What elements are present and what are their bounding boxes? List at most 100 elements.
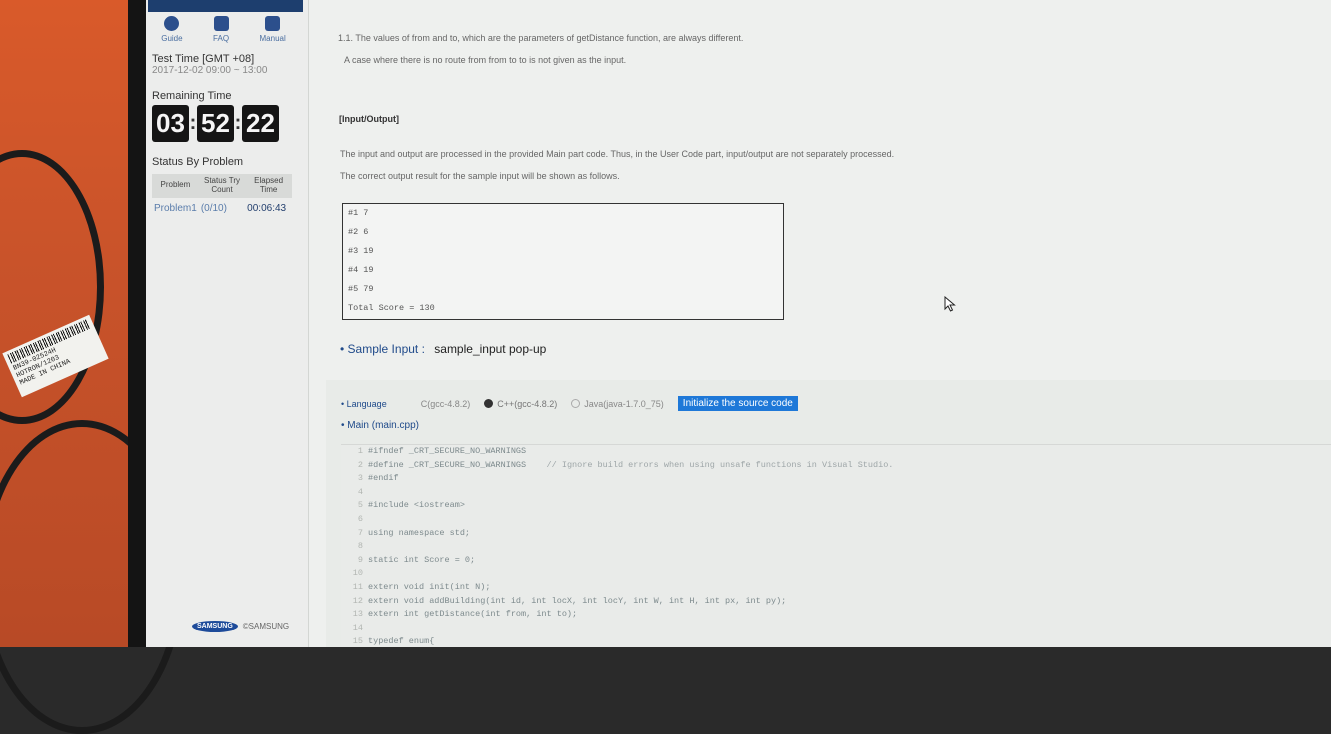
nav-faq[interactable]: FAQ xyxy=(213,16,229,43)
code-line: 6 xyxy=(341,513,1331,527)
code-line: 15 typedef enum{ xyxy=(341,635,1331,647)
faq-icon xyxy=(213,16,229,31)
help-icon xyxy=(164,16,180,31)
code-line: 4 xyxy=(341,486,1331,500)
note-from-to: 1.1. The values of from and to, which ar… xyxy=(338,33,744,43)
countdown-clock: 03 : 52 : 22 xyxy=(152,105,302,142)
problem-elapsed: 00:06:43 xyxy=(247,202,287,214)
sample-input-row: • Sample Input : sample_input pop-up xyxy=(340,342,546,356)
io-text-2: The correct output result for the sample… xyxy=(340,171,620,181)
code-text: static int Score = 0; xyxy=(368,554,476,565)
line-number: 7 xyxy=(357,527,363,538)
clock-seconds: 22 xyxy=(242,105,279,142)
language-java-option[interactable]: Java(java-1.7.0_75) xyxy=(571,399,664,409)
code-line: 10 xyxy=(341,567,1331,581)
test-time-label: Test Time [GMT +08] xyxy=(152,53,255,65)
output-line: #4 19 xyxy=(348,265,374,275)
line-number: 12 xyxy=(352,595,363,606)
code-text: using namespace std; xyxy=(368,527,471,538)
status-table: Problem Status Try Count Elapsed Time Pr… xyxy=(152,174,292,219)
output-line: #5 79 xyxy=(348,284,374,294)
nav-guide[interactable]: Guide xyxy=(161,16,183,43)
output-line: #2 6 xyxy=(348,227,369,237)
code-editor-section: • Language C(gcc-4.8.2) C++(gcc-4.8.2) J… xyxy=(326,380,1331,647)
nav-manual-label: Manual xyxy=(259,34,286,43)
initialize-source-button[interactable]: Initialize the source code xyxy=(677,396,798,411)
nav-manual[interactable]: Manual xyxy=(260,16,286,43)
code-line: 13 extern int getDistance(int from, int t… xyxy=(341,608,1331,622)
col-status: Status Try Count xyxy=(198,174,246,198)
output-line: #3 19 xyxy=(348,246,374,256)
nav-faq-label: FAQ xyxy=(213,34,230,43)
output-line: #1 7 xyxy=(348,208,369,218)
sidebar-header-bar xyxy=(148,0,303,12)
sample-input-popup-link[interactable]: sample_input pop-up xyxy=(434,342,546,356)
problem-name[interactable]: Problem1 xyxy=(152,198,199,219)
language-cpp-option[interactable]: C++(gcc-4.8.2) xyxy=(484,399,557,409)
problem-content: 1.1. The values of from and to, which ar… xyxy=(316,0,1331,647)
mouse-cursor-icon xyxy=(944,296,956,312)
table-row[interactable]: Problem1 (0/10) 00:06:43 xyxy=(152,198,292,219)
language-row: • Language C(gcc-4.8.2) C++(gcc-4.8.2) J… xyxy=(341,396,798,411)
clock-hours: 03 xyxy=(152,105,189,142)
code-view[interactable]: 1 #ifndef _CRT_SECURE_NO_WARNINGS 2 #define… xyxy=(341,444,1331,647)
line-number: 3 xyxy=(357,473,363,484)
code-text: extern int getDistance(int from, int to)… xyxy=(368,609,578,620)
line-number: 2 xyxy=(357,459,363,470)
code-text: typedef enum{ xyxy=(368,636,435,647)
nav-guide-label: Guide xyxy=(161,34,183,43)
manual-icon xyxy=(265,16,281,31)
line-number: 11 xyxy=(352,581,363,592)
line-number: 15 xyxy=(352,636,363,647)
code-text: #ifndef _CRT_SECURE_NO_WARNINGS xyxy=(368,446,527,456)
line-number: 13 xyxy=(352,609,363,620)
output-total: Total Score = 130 xyxy=(348,303,435,313)
code-comment: // Ignore build errors when using unsafe… xyxy=(526,459,894,470)
code-line: 11 extern void init(int N); xyxy=(341,581,1331,595)
code-line: 14 xyxy=(341,622,1331,636)
main-file-label: • Main (main.cpp) xyxy=(341,420,419,431)
code-line: 9 static int Score = 0; xyxy=(341,554,1331,568)
code-text: extern void init(int N); xyxy=(368,581,491,592)
line-number: 9 xyxy=(357,554,363,565)
code-text: extern void addBuilding(int id, int locX… xyxy=(368,595,787,606)
radio-empty-icon xyxy=(571,399,581,408)
io-text-1: The input and output are processed in th… xyxy=(340,149,895,159)
line-number: 10 xyxy=(352,568,363,579)
code-text: #endif xyxy=(368,473,399,484)
samsung-logo: SAMSUNG xyxy=(192,621,238,632)
status-by-problem-label: Status By Problem xyxy=(152,156,244,168)
line-number: 14 xyxy=(352,622,363,633)
screen: Guide FAQ Manual Test Time [GMT +08] 201… xyxy=(146,0,1331,647)
samsung-copyright: ©SAMSUNG xyxy=(242,622,290,631)
io-heading: [Input/Output] xyxy=(339,114,399,124)
line-number: 5 xyxy=(357,500,363,511)
problem-status: (0/10) xyxy=(200,202,227,214)
line-number: 1 xyxy=(357,446,363,456)
code-line: 7 using namespace std; xyxy=(341,527,1331,541)
remaining-time-label: Remaining Time xyxy=(152,90,232,102)
line-number: 6 xyxy=(357,513,363,524)
code-line: 8 xyxy=(341,540,1331,554)
output-box: #1 7 #2 6 #3 19 #4 19 #5 79 Total Score … xyxy=(342,203,784,320)
line-number: 8 xyxy=(357,541,363,552)
note-no-route: A case where there is no route from from… xyxy=(344,55,627,65)
sidebar-nav: Guide FAQ Manual xyxy=(146,16,301,43)
code-line: 5 #include <iostream> xyxy=(341,499,1331,513)
clock-minutes: 52 xyxy=(197,105,234,142)
col-elapsed: Elapsed Time xyxy=(245,174,292,198)
code-line: 12 extern void addBuilding(int id, int lo… xyxy=(341,595,1331,609)
language-c-option[interactable]: C(gcc-4.8.2) xyxy=(421,399,471,409)
language-label: • Language xyxy=(341,398,387,409)
code-line: 1 #ifndef _CRT_SECURE_NO_WARNINGS xyxy=(341,445,1331,459)
code-line: 2 #define _CRT_SECURE_NO_WARNINGS // Igno… xyxy=(341,459,1331,473)
sample-input-label: • Sample Input : xyxy=(340,342,425,356)
test-time-value: 2017-12-02 09:00 ~ 13:00 xyxy=(152,65,268,76)
sidebar: Guide FAQ Manual Test Time [GMT +08] 201… xyxy=(146,0,309,647)
code-text: #define _CRT_SECURE_NO_WARNINGS xyxy=(368,459,527,470)
col-problem: Problem xyxy=(152,174,199,198)
code-text: #include <iostream> xyxy=(368,500,465,511)
line-number: 4 xyxy=(357,486,363,497)
footer-logos: SAMSUNG ©SAMSUNG xyxy=(192,621,289,632)
code-line: 3 #endif xyxy=(341,472,1331,486)
